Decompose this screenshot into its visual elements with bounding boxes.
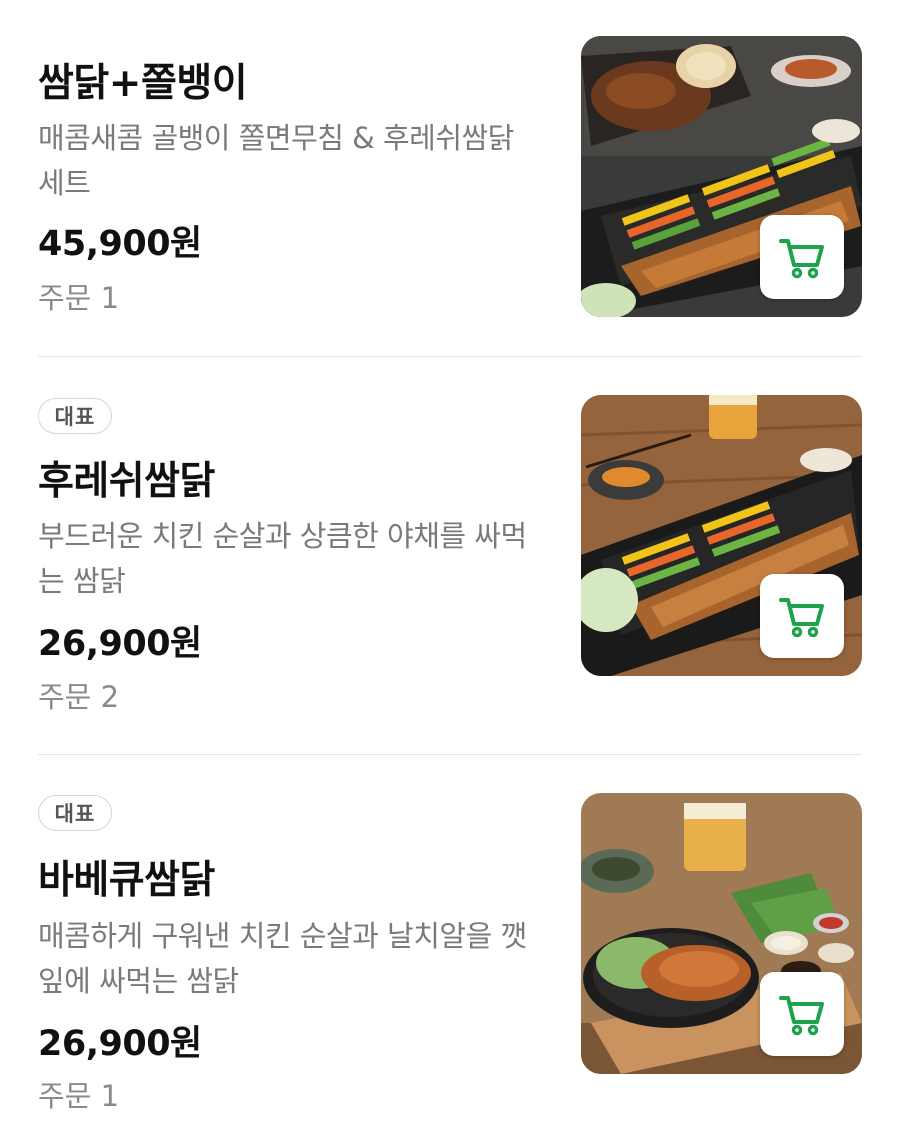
- menu-item[interactable]: 대표 바베큐쌈닭 매콤하게 구워낸 치킨 순살과 날치알을 깻잎에 싸먹는 쌈닭…: [38, 755, 862, 1143]
- menu-item-order-count: 주문 1: [38, 1079, 120, 1113]
- menu-item[interactable]: 쌈닭+쫄뱅이 매콤새콤 골뱅이 쫄면무침 & 후레쉬쌈닭 세트 45,900원 …: [38, 0, 862, 357]
- menu-item-order-count: 주문 2: [38, 680, 120, 714]
- menu-item-order-count: 주문 1: [38, 281, 120, 315]
- menu-item-name: 바베큐쌈닭: [38, 858, 215, 903]
- menu-item-price: 45,900원: [38, 224, 202, 264]
- menu-item-photo[interactable]: [581, 395, 862, 676]
- shopping-cart-icon: [779, 598, 824, 638]
- signature-badge: 대표: [38, 795, 112, 831]
- shopping-cart-icon: [779, 239, 824, 279]
- menu-item-description: 매콤하게 구워낸 치킨 순살과 날치알을 깻잎에 싸먹는 쌈닭: [38, 919, 527, 998]
- menu-list: 쌈닭+쫄뱅이 매콤새콤 골뱅이 쫄면무침 & 후레쉬쌈닭 세트 45,900원 …: [0, 0, 900, 1143]
- add-to-cart-button[interactable]: [760, 972, 844, 1056]
- menu-item-name: 쌈닭+쫄뱅이: [38, 61, 248, 106]
- signature-badge: 대표: [38, 398, 112, 434]
- add-to-cart-button[interactable]: [760, 574, 844, 658]
- menu-item-price: 26,900원: [38, 1024, 202, 1064]
- add-to-cart-button[interactable]: [760, 215, 844, 299]
- menu-item-price: 26,900원: [38, 624, 202, 664]
- menu-item[interactable]: 대표 후레쉬쌈닭 부드러운 치킨 순살과 상큼한 야채를 싸먹는 쌈닭 26,9…: [38, 357, 862, 755]
- shopping-cart-icon: [779, 996, 824, 1036]
- menu-item-photo[interactable]: [581, 36, 862, 317]
- menu-item-photo[interactable]: [581, 793, 862, 1074]
- menu-item-description: 매콤새콤 골뱅이 쫄면무침 & 후레쉬쌈닭 세트: [38, 121, 514, 200]
- menu-item-name: 후레쉬쌈닭: [38, 459, 215, 504]
- menu-item-description: 부드러운 치킨 순살과 상큼한 야채를 싸먹는 쌈닭: [38, 519, 527, 598]
